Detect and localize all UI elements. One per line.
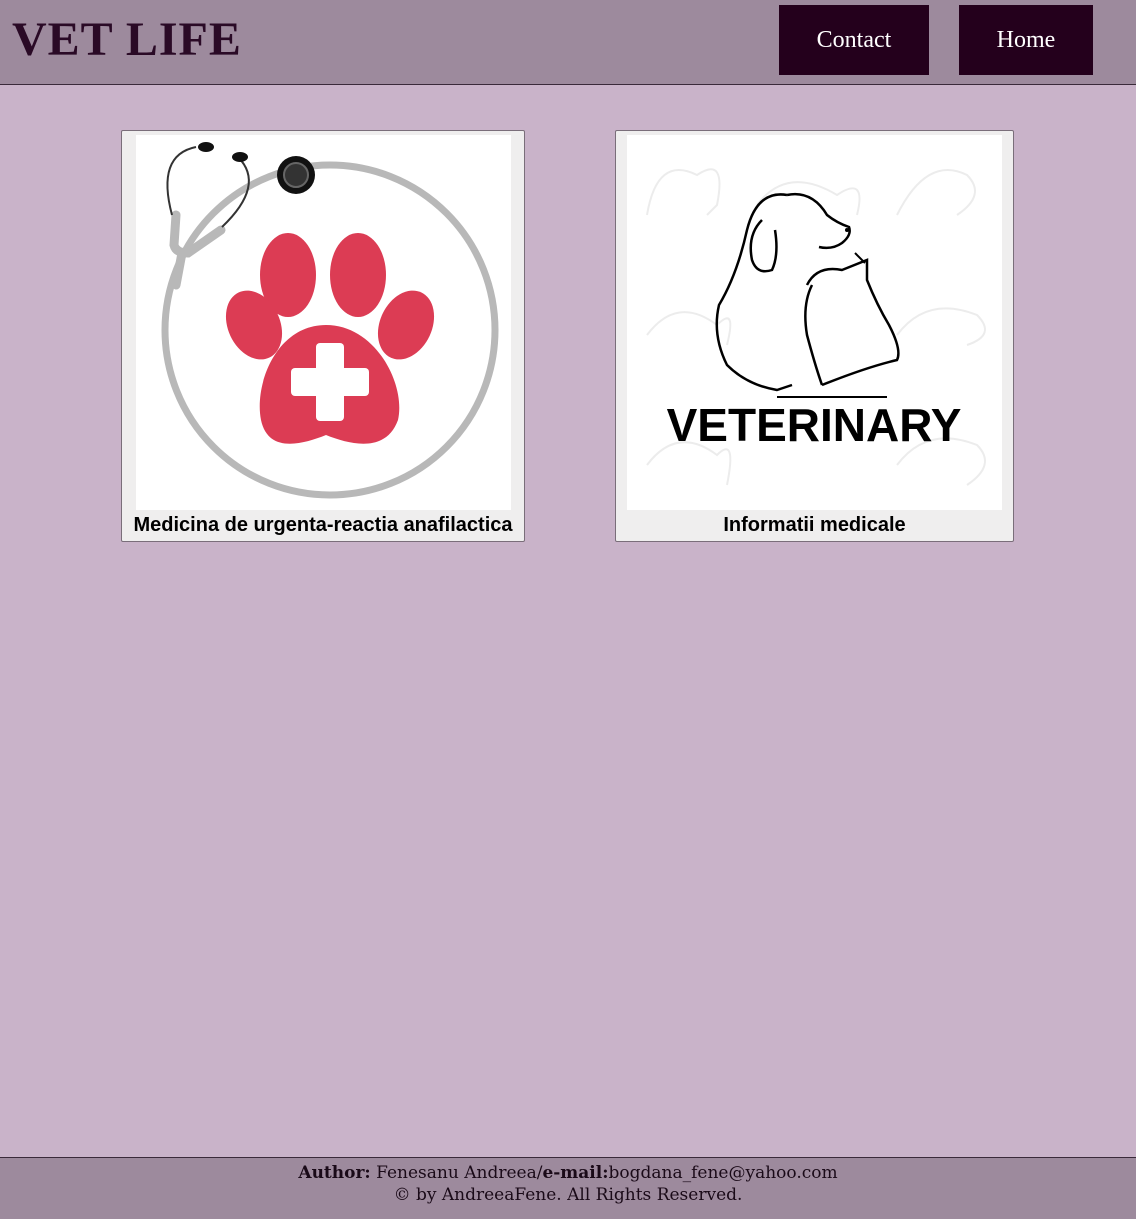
- footer-author-line: Author: Fenesanu Andreea/e-mail:bogdana_…: [0, 1162, 1136, 1184]
- card-medical-info[interactable]: VETERINARY Informatii medicale: [615, 130, 1014, 542]
- home-button[interactable]: Home: [959, 5, 1093, 75]
- author-name: Fenesanu Andreea/: [370, 1163, 543, 1183]
- email-link[interactable]: bogdana_fene@yahoo.com: [609, 1163, 838, 1183]
- email-label: e-mail:: [542, 1163, 609, 1183]
- site-header: VET LIFE Contact Home: [0, 0, 1136, 85]
- author-label: Author:: [298, 1163, 371, 1183]
- site-logo[interactable]: VET LIFE: [12, 14, 242, 66]
- copyright-text: © by AndreeaFene. All Rights Reserved.: [393, 1185, 743, 1205]
- paw-stethoscope-icon[interactable]: [136, 135, 511, 510]
- card-emergency-medicine[interactable]: Medicina de urgenta-reactia anafilactica: [121, 130, 525, 542]
- site-footer: Author: Fenesanu Andreea/e-mail:bogdana_…: [0, 1157, 1136, 1219]
- veterinary-logo-text: VETERINARY: [667, 399, 962, 451]
- card-caption[interactable]: Medicina de urgenta-reactia anafilactica: [122, 514, 524, 537]
- veterinary-logo[interactable]: VETERINARY: [627, 135, 1002, 510]
- card-caption[interactable]: Informatii medicale: [616, 514, 1013, 537]
- contact-button[interactable]: Contact: [779, 5, 929, 75]
